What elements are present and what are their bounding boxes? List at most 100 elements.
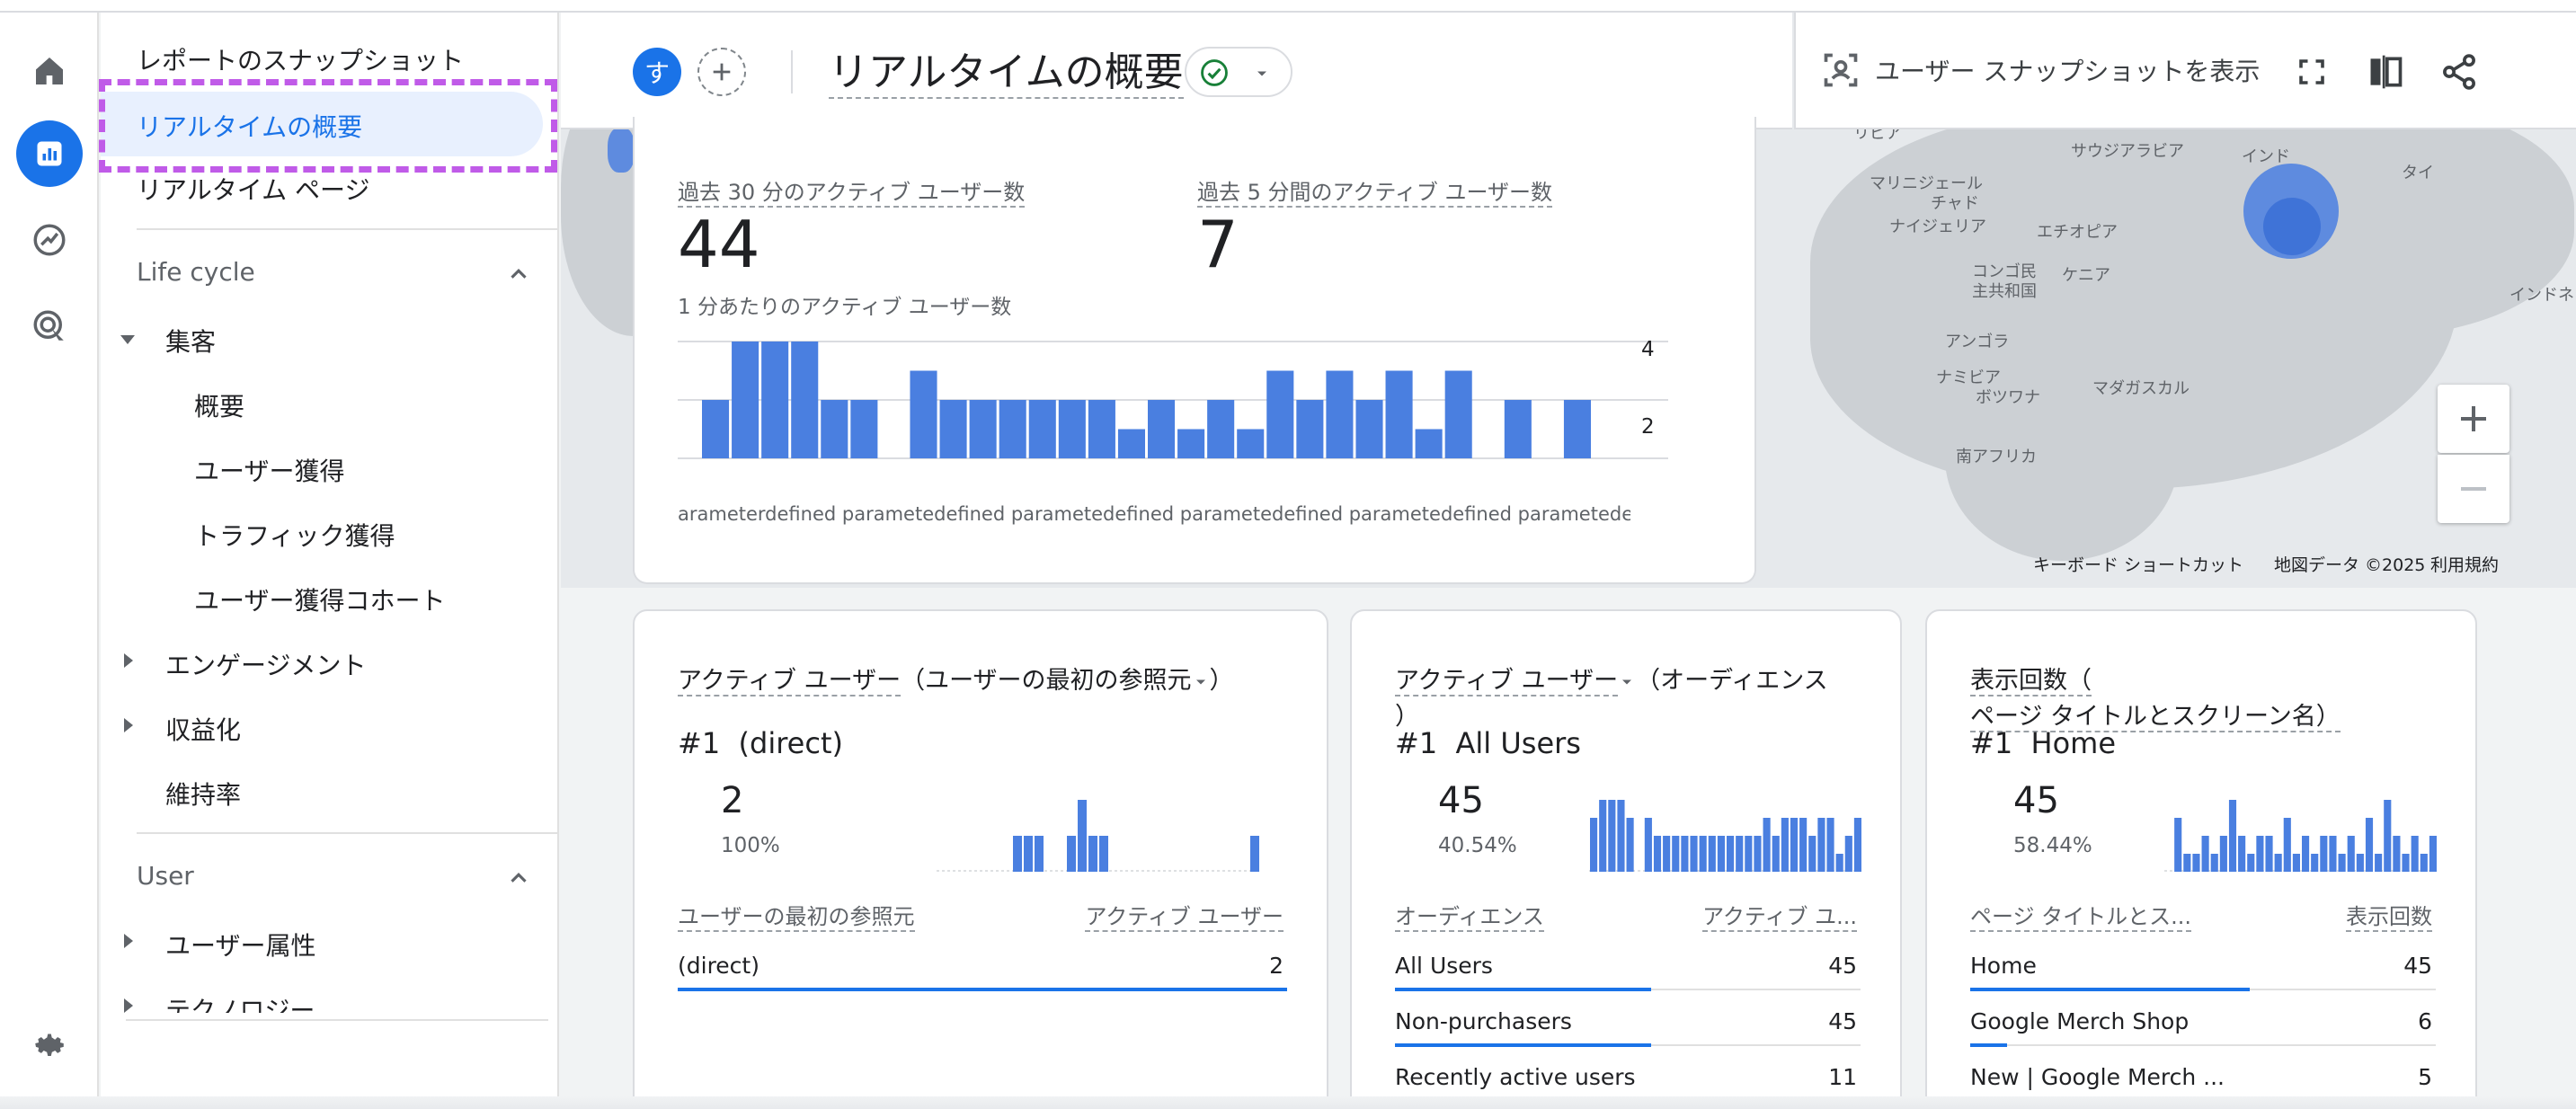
- nav-realtime-pages[interactable]: リアルタイム ページ: [137, 171, 370, 207]
- column-header-metric[interactable]: アクティブ ユ...: [1702, 899, 1857, 932]
- sparkline-bar: [1672, 836, 1680, 872]
- caret-right-icon[interactable]: [124, 934, 133, 948]
- chart-bar[interactable]: [1326, 370, 1354, 459]
- nav-retention[interactable]: 維持率: [165, 776, 241, 812]
- chart-bar[interactable]: [1355, 400, 1383, 458]
- chart-bar[interactable]: [791, 342, 819, 458]
- audience-card: アクティブ ユーザー （オーディエンス） #1 All Users 45 40.5…: [1350, 609, 1902, 1109]
- data-status-dropdown[interactable]: [1185, 47, 1292, 97]
- section-user-header[interactable]: User: [137, 861, 194, 891]
- active-users-30min-label[interactable]: 過去 30 分のアクティブ ユーザー数: [678, 174, 1026, 208]
- compare-columns-icon[interactable]: [2366, 52, 2405, 92]
- share-icon[interactable]: [2439, 52, 2479, 92]
- chevron-up-icon[interactable]: [505, 261, 532, 288]
- fullscreen-icon[interactable]: [2296, 56, 2328, 88]
- active-users-5min-label[interactable]: 過去 5 分間のアクティブ ユーザー数: [1197, 174, 1553, 208]
- table-row-label[interactable]: (direct): [678, 953, 759, 979]
- map-user-bubble[interactable]: [608, 128, 635, 173]
- keyboard-shortcuts-link[interactable]: キーボード ショートカット: [2033, 552, 2243, 576]
- metric-selector[interactable]: アクティブ ユーザー: [678, 667, 902, 696]
- chart-bar[interactable]: [1088, 400, 1115, 458]
- chart-bar[interactable]: [939, 400, 967, 458]
- nav-traffic-acquisition[interactable]: トラフィック獲得: [194, 517, 395, 553]
- view-user-snapshot-button[interactable]: ユーザー スナップショットを表示: [1821, 49, 2260, 92]
- reports-icon[interactable]: [16, 120, 83, 187]
- chart-bar[interactable]: [732, 342, 759, 458]
- chart-bar[interactable]: [969, 400, 997, 458]
- table-row-label[interactable]: All Users: [1395, 953, 1493, 979]
- chart-bar[interactable]: [1207, 400, 1235, 458]
- dropdown-arrow-icon[interactable]: [1192, 673, 1210, 691]
- chart-bar[interactable]: [1148, 400, 1176, 458]
- per-minute-bar-chart[interactable]: [635, 324, 1756, 476]
- dropdown-arrow-icon[interactable]: [1618, 673, 1636, 691]
- metric-selector[interactable]: 表示回数（: [1970, 667, 2092, 696]
- chart-bar[interactable]: [1237, 429, 1265, 459]
- add-comparison-button[interactable]: [697, 48, 746, 96]
- advertising-icon[interactable]: [16, 293, 83, 359]
- column-header-dimension[interactable]: ユーザーの最初の参照元: [678, 899, 915, 932]
- chart-bar[interactable]: [1117, 429, 1145, 459]
- metric-selector[interactable]: アクティブ ユーザー: [1395, 667, 1619, 696]
- user-avatar[interactable]: す: [633, 48, 681, 96]
- sparkline-bar: [1653, 836, 1662, 872]
- title-paren: ）: [1209, 667, 1234, 695]
- zoom-out-button[interactable]: [2438, 455, 2509, 523]
- chart-bar[interactable]: [850, 400, 878, 458]
- chart-bar[interactable]: [1415, 429, 1443, 459]
- nav-monetization[interactable]: 収益化: [165, 711, 241, 747]
- chart-bar[interactable]: [910, 370, 937, 459]
- caret-right-icon[interactable]: [124, 718, 133, 732]
- table-row-label[interactable]: Recently active users: [1395, 1064, 1636, 1090]
- chart-bar[interactable]: [1444, 370, 1472, 459]
- table-row-label[interactable]: Non-purchasers: [1395, 1008, 1572, 1034]
- column-header-metric[interactable]: アクティブ ユーザー: [1085, 899, 1284, 932]
- chart-bar[interactable]: [1266, 370, 1294, 459]
- nav-technology[interactable]: テクノロジー: [165, 991, 315, 1013]
- nav-divider: [126, 1019, 548, 1021]
- nav-user-acquisition-cohort[interactable]: ユーザー獲得コホート: [194, 581, 445, 617]
- caret-down-icon[interactable]: [120, 335, 135, 344]
- map-user-bubble[interactable]: [2263, 198, 2321, 255]
- chart-bar[interactable]: [1563, 400, 1591, 458]
- active-users-5min-value: 7: [1197, 207, 1239, 282]
- nav-engagement[interactable]: エンゲージメント: [165, 646, 366, 682]
- chart-bar[interactable]: [821, 400, 848, 458]
- column-header-dimension[interactable]: ページ タイトルとス...: [1970, 899, 2192, 932]
- per-minute-chart-title: 1 分あたりのアクティブ ユーザー数: [678, 296, 1012, 319]
- chart-bar[interactable]: [761, 342, 789, 458]
- y-tick-label: 4: [1641, 338, 1655, 361]
- section-lifecycle-header[interactable]: Life cycle: [137, 257, 255, 287]
- home-icon[interactable]: [16, 38, 83, 104]
- sparkline-bar: [2292, 854, 2300, 872]
- top-item-value: 45: [1438, 780, 1484, 821]
- chart-bar[interactable]: [1296, 400, 1324, 458]
- caret-right-icon[interactable]: [124, 653, 133, 668]
- chart-bar[interactable]: [1058, 400, 1086, 458]
- explore-icon[interactable]: [16, 207, 83, 273]
- nav-realtime-overview[interactable]: リアルタイムの概要: [101, 92, 543, 156]
- table-row-label[interactable]: Google Merch Shop: [1970, 1008, 2189, 1034]
- nav-acquisition[interactable]: 集客: [165, 323, 216, 359]
- chart-bar[interactable]: [1028, 400, 1056, 458]
- zoom-in-button[interactable]: [2438, 385, 2509, 453]
- nav-report-snapshot[interactable]: レポートのスナップショット: [137, 41, 464, 77]
- caret-right-icon[interactable]: [124, 998, 133, 1013]
- settings-gear-icon[interactable]: [16, 1010, 83, 1077]
- column-header-dimension[interactable]: オーディエンス: [1395, 899, 1544, 932]
- chart-bar[interactable]: [1177, 429, 1205, 459]
- sparkline-bar: [2347, 836, 2355, 872]
- terms-link[interactable]: 利用規約: [2430, 552, 2499, 576]
- nav-acq-overview[interactable]: 概要: [194, 387, 244, 423]
- chart-bar[interactable]: [1504, 400, 1532, 458]
- chart-bar[interactable]: [999, 400, 1026, 458]
- chart-bar[interactable]: [702, 400, 730, 458]
- top-item-name: (direct): [738, 726, 843, 760]
- column-header-metric[interactable]: 表示回数: [2346, 899, 2432, 932]
- nav-user-acquisition[interactable]: ユーザー獲得: [194, 452, 344, 488]
- nav-demographics[interactable]: ユーザー属性: [165, 927, 315, 963]
- table-row-label[interactable]: Home: [1970, 953, 2037, 979]
- table-row-label[interactable]: New | Google Merch ...: [1970, 1064, 2225, 1090]
- chart-bar[interactable]: [1385, 370, 1413, 459]
- chevron-up-icon[interactable]: [505, 865, 532, 892]
